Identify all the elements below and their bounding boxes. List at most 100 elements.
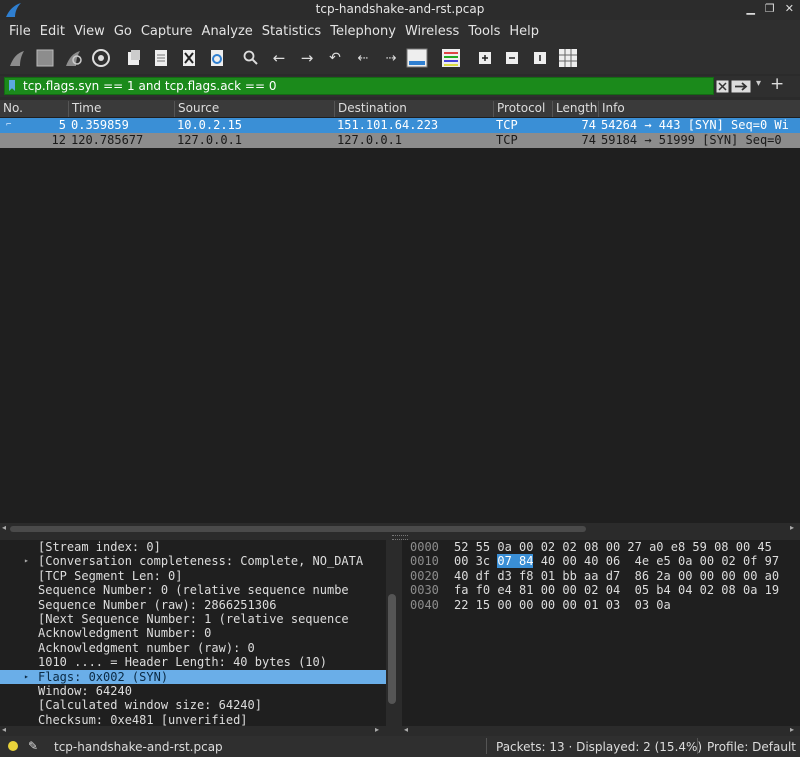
col-no[interactable]: No. (0, 101, 68, 117)
packet-info: 54264 → 443 [SYN] Seq=0 Wi (601, 118, 789, 132)
detail-line[interactable]: Acknowledgment number (raw): 0 (0, 641, 386, 655)
capture-options-icon[interactable] (89, 46, 113, 70)
open-file-icon[interactable] (122, 46, 146, 70)
save-file-icon[interactable] (149, 46, 173, 70)
capture-comment-icon[interactable]: ✎ (28, 739, 38, 753)
detail-line[interactable]: 1010 .... = Header Length: 40 bytes (10) (0, 655, 386, 669)
col-protocol[interactable]: Protocol (493, 101, 552, 117)
packet-time: 120.785677 (71, 133, 144, 147)
status-bar: ✎ tcp-handshake-and-rst.pcap Packets: 13… (0, 736, 800, 757)
col-destination[interactable]: Destination (334, 101, 493, 117)
reload-file-icon[interactable] (205, 46, 229, 70)
stop-capture-icon[interactable] (33, 46, 57, 70)
bytes-line[interactable]: 0020 40 df d3 f8 01 bb aa d7 86 2a 00 00 … (402, 569, 800, 583)
menu-analyze[interactable]: Analyze (202, 24, 253, 39)
menu-edit[interactable]: Edit (40, 24, 65, 39)
display-filter-input[interactable]: tcp.flags.syn == 1 and tcp.flags.ack == … (4, 77, 714, 95)
resize-columns-icon[interactable] (556, 46, 580, 70)
display-filter-text[interactable]: tcp.flags.syn == 1 and tcp.flags.ack == … (23, 79, 276, 93)
packet-length: 74 (581, 118, 596, 132)
packet-row[interactable]: ⌐ 5 0.359859 10.0.2.15 151.101.64.223 TC… (0, 118, 800, 133)
detail-line[interactable]: ▸ [Conversation completeness: Complete, N… (0, 554, 386, 568)
detail-line[interactable]: [TCP Segment Len: 0] (0, 569, 386, 583)
shark-fin-start-icon[interactable] (5, 46, 29, 70)
close-icon[interactable]: ✕ (785, 2, 794, 15)
go-last-icon[interactable]: ⇢ (379, 46, 403, 70)
scroll-right-icon[interactable]: ▸ (790, 523, 794, 532)
detail-line[interactable]: [Stream index: 0] (0, 540, 386, 554)
go-forward-icon[interactable]: → (295, 46, 319, 70)
scroll-left-icon[interactable]: ◂ (404, 725, 408, 734)
apply-filter-icon[interactable] (731, 80, 751, 93)
expand-arrow-icon[interactable]: ▸ (24, 670, 29, 684)
detail-line[interactable]: Sequence Number (raw): 2866251306 (0, 598, 386, 612)
display-filter-bar: tcp.flags.syn == 1 and tcp.flags.ack == … (0, 74, 800, 97)
zoom-normal-icon[interactable] (528, 46, 552, 70)
scroll-right-icon[interactable]: ▸ (375, 725, 379, 734)
packet-list-header: No. Time Source Destination Protocol Len… (0, 100, 800, 117)
add-filter-button-plus-icon[interactable]: + (770, 74, 784, 94)
zoom-out-icon[interactable] (500, 46, 524, 70)
bytes-line[interactable]: 0010 00 3c 07 84 40 00 40 06 4e e5 0a 00 … (402, 554, 800, 569)
detail-line[interactable]: Sequence Number: 0 (relative sequence nu… (0, 583, 386, 597)
find-packet-icon[interactable] (239, 46, 263, 70)
maximize-icon[interactable]: ❐ (765, 2, 775, 15)
packet-no: 5 (58, 118, 66, 132)
packet-time: 0.359859 (71, 118, 129, 132)
bytes-line[interactable]: 0000 52 55 0a 00 02 02 08 00 27 a0 e8 59 … (402, 540, 800, 554)
filter-history-chevron-down-icon[interactable]: ▾ (756, 78, 761, 89)
status-file-name: tcp-handshake-and-rst.pcap (54, 740, 223, 754)
bytes-line[interactable]: 0040 22 15 00 00 00 00 01 03 03 0a (402, 598, 800, 612)
packet-destination: 151.101.64.223 (337, 118, 439, 132)
scrollbar-thumb[interactable] (10, 526, 586, 532)
menu-go[interactable]: Go (114, 24, 132, 39)
menu-statistics[interactable]: Statistics (262, 24, 321, 39)
selected-bytes[interactable]: 07 84 (497, 554, 534, 569)
detail-line[interactable]: Acknowledgment Number: 0 (0, 626, 386, 640)
packet-destination: 127.0.0.1 (337, 133, 403, 147)
menu-bar: File Edit View Go Capture Analyze Statis… (0, 20, 800, 42)
packet-row[interactable]: 12 120.785677 127.0.0.1 127.0.0.1 TCP 74… (0, 133, 800, 148)
autoscroll-icon[interactable] (405, 46, 429, 70)
packet-no: 12 (51, 133, 66, 147)
menu-telephony[interactable]: Telephony (330, 24, 396, 39)
zoom-in-icon[interactable] (473, 46, 497, 70)
scroll-left-icon[interactable]: ◂ (2, 523, 6, 532)
menu-view[interactable]: View (74, 24, 105, 39)
menu-capture[interactable]: Capture (141, 24, 193, 39)
menu-help[interactable]: Help (509, 24, 539, 39)
details-vscrollbar[interactable] (386, 540, 398, 726)
minimize-icon[interactable]: ▁ (746, 2, 754, 15)
menu-tools[interactable]: Tools (468, 24, 500, 39)
detail-line[interactable]: [Calculated window size: 64240] (0, 698, 386, 712)
close-file-icon[interactable] (177, 46, 201, 70)
go-back-icon[interactable]: ← (267, 46, 291, 70)
window-title: tcp-handshake-and-rst.pcap (315, 2, 485, 16)
colorize-icon[interactable] (439, 46, 463, 70)
packet-list-hscrollbar[interactable]: ◂ ▸ (0, 523, 800, 534)
col-source[interactable]: Source (174, 101, 334, 117)
bookmark-icon[interactable] (9, 80, 15, 91)
detail-line[interactable]: Window: 64240 (0, 684, 386, 698)
scroll-left-icon[interactable]: ◂ (2, 725, 6, 734)
menu-file[interactable]: File (9, 24, 31, 39)
status-profile[interactable]: Profile: Default (707, 740, 796, 754)
bottom-scrollbars[interactable]: ◂ ▸ ◂ ▸ (0, 725, 800, 736)
restart-capture-icon[interactable] (61, 46, 85, 70)
detail-line[interactable]: [Next Sequence Number: 1 (relative seque… (0, 612, 386, 626)
status-packet-counts: Packets: 13 · Displayed: 2 (15.4%) (496, 740, 703, 754)
scroll-right-icon[interactable]: ▸ (790, 725, 794, 734)
go-first-icon[interactable]: ⇠ (351, 46, 375, 70)
detail-line[interactable]: Checksum: 0xe481 [unverified] (0, 713, 386, 726)
go-to-packet-icon[interactable]: ↶ (323, 46, 347, 70)
scrollbar-thumb[interactable] (388, 594, 396, 704)
bytes-line[interactable]: 0030 fa f0 e4 81 00 00 02 04 05 b4 04 02 … (402, 583, 800, 597)
expert-info-icon[interactable] (8, 741, 18, 751)
col-length[interactable]: Length (552, 101, 598, 117)
expand-arrow-icon[interactable]: ▸ (24, 554, 29, 568)
menu-wireless[interactable]: Wireless (405, 24, 459, 39)
detail-line-selected[interactable]: ▸ Flags: 0x002 (SYN) (0, 669, 386, 684)
col-time[interactable]: Time (68, 101, 174, 117)
clear-filter-icon[interactable] (716, 80, 729, 93)
col-info[interactable]: Info (598, 101, 800, 117)
